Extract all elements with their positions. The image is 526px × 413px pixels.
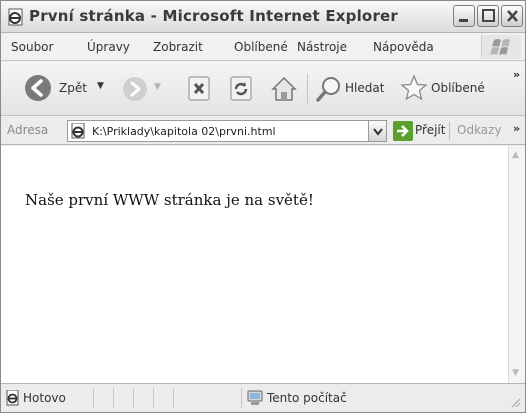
- menu-edit[interactable]: Úpravy: [87, 40, 130, 54]
- maximize-button[interactable]: [477, 5, 499, 27]
- minimize-icon: [459, 19, 468, 22]
- status-divider: [241, 388, 242, 408]
- ie-page-icon: [5, 389, 21, 409]
- toolbar-separator: [307, 74, 308, 104]
- status-divider: [113, 388, 114, 408]
- search-label[interactable]: Hledat: [345, 81, 384, 95]
- favorites-button[interactable]: [399, 73, 429, 106]
- menu-bar: Soubor Úpravy Zobrazit Oblíbené Nástroje…: [1, 33, 525, 61]
- menu-file[interactable]: Soubor: [11, 40, 53, 54]
- search-icon: [316, 77, 340, 102]
- back-arrow-icon: [25, 75, 51, 101]
- forward-button[interactable]: [121, 75, 149, 106]
- refresh-icon: [230, 76, 252, 101]
- back-dropdown[interactable]: ▼: [97, 81, 104, 91]
- security-zone-text: Tento počítač: [267, 391, 347, 405]
- address-bar: Adresa K:\Priklady\kapitola 02\prvni.htm…: [1, 117, 525, 145]
- refresh-button[interactable]: [229, 76, 255, 105]
- search-button[interactable]: [315, 75, 343, 106]
- forward-arrow-icon: [123, 77, 147, 101]
- ie-page-icon: [7, 8, 25, 26]
- go-label[interactable]: Přejít: [415, 123, 445, 137]
- standard-toolbar: Zpět ▼ ▼ Hledat Oblíbené »: [1, 62, 525, 116]
- back-button[interactable]: [23, 73, 53, 106]
- status-text: Hotovo: [23, 391, 66, 405]
- minimize-button[interactable]: [453, 5, 475, 27]
- back-label[interactable]: Zpět: [59, 81, 87, 95]
- status-divider: [153, 388, 154, 408]
- address-label: Adresa: [7, 123, 49, 137]
- window-title: První stránka - Microsoft Internet Explo…: [29, 7, 399, 25]
- browser-window: První stránka - Microsoft Internet Explo…: [0, 0, 526, 413]
- page-content: Naše první WWW stránka je na světě!: [1, 146, 508, 383]
- computer-icon: [247, 390, 263, 409]
- title-bar[interactable]: První stránka - Microsoft Internet Explo…: [1, 1, 525, 33]
- status-bar: Hotovo Tento počítač: [1, 383, 525, 412]
- status-divider: [93, 388, 94, 408]
- toolbar-overflow-chevron[interactable]: »: [513, 68, 520, 81]
- home-icon: [271, 76, 297, 101]
- scroll-down-icon[interactable]: ▼: [512, 368, 519, 378]
- favorites-star-icon: [400, 74, 428, 101]
- favorites-label[interactable]: Oblíbené: [431, 81, 485, 95]
- menu-view[interactable]: Zobrazit: [153, 40, 203, 54]
- menu-favorites[interactable]: Oblíbené: [234, 40, 288, 54]
- chevron-down-icon: [373, 128, 383, 136]
- maximize-icon: [482, 9, 495, 22]
- menu-tools[interactable]: Nástroje: [297, 40, 347, 54]
- scroll-up-icon[interactable]: ▲: [512, 150, 519, 160]
- status-divider: [133, 388, 134, 408]
- vertical-scrollbar[interactable]: ▲ ▼: [508, 146, 525, 383]
- ie-page-icon: [70, 122, 88, 142]
- windows-logo-icon: [481, 35, 521, 59]
- home-button[interactable]: [269, 74, 299, 107]
- stop-button[interactable]: [187, 76, 213, 105]
- links-label[interactable]: Odkazy: [457, 123, 502, 137]
- stop-icon: [188, 76, 210, 101]
- close-icon: [507, 10, 518, 22]
- close-button[interactable]: [501, 5, 523, 27]
- page-body-text: Naše první WWW stránka je na světě!: [25, 191, 314, 209]
- forward-dropdown[interactable]: ▼: [154, 82, 161, 92]
- go-button[interactable]: [393, 121, 413, 144]
- resize-grip-icon[interactable]: [509, 396, 521, 411]
- go-arrow-icon: [393, 121, 413, 141]
- address-separator: [449, 122, 450, 140]
- address-input[interactable]: K:\Priklady\kapitola 02\prvni.html: [67, 120, 387, 142]
- address-dropdown-button[interactable]: [368, 121, 386, 141]
- menu-help[interactable]: Nápověda: [373, 40, 434, 54]
- links-overflow-chevron[interactable]: »: [513, 122, 520, 135]
- address-value[interactable]: K:\Priklady\kapitola 02\prvni.html: [92, 125, 276, 138]
- status-divider: [173, 388, 174, 408]
